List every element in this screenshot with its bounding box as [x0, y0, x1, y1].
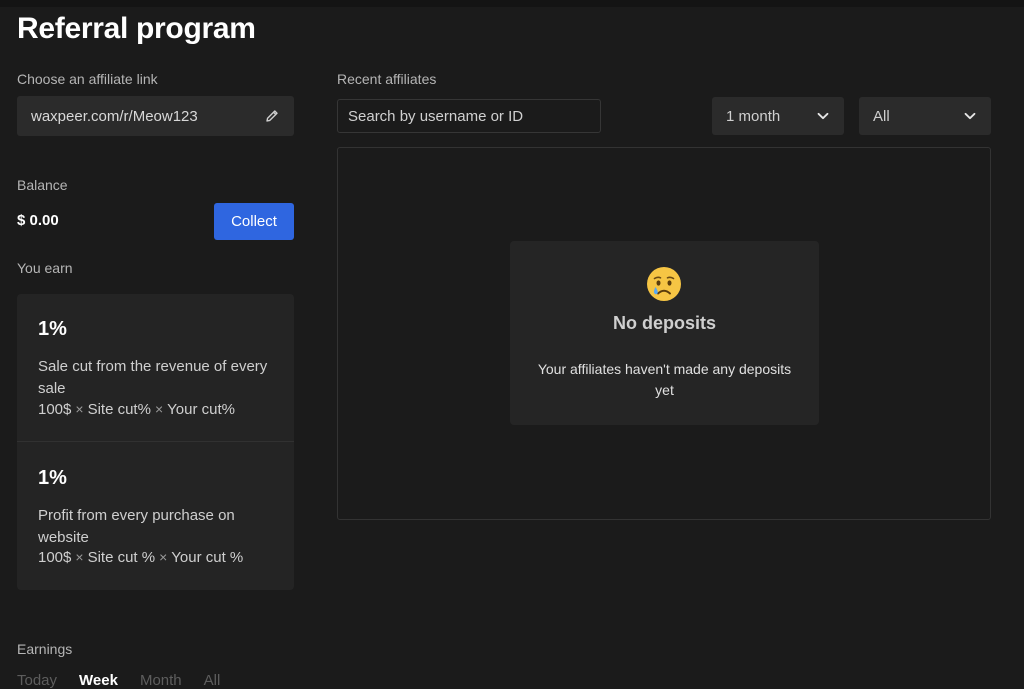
times-icon: ×	[154, 401, 164, 417]
top-bar	[0, 0, 1024, 7]
earn-card: 1% Sale cut from the revenue of every sa…	[17, 294, 294, 590]
earn-formula: 100$ × Site cut% × Your cut%	[38, 401, 235, 418]
chevron-down-icon	[964, 112, 976, 120]
earn-formula: 100$ × Site cut % × Your cut %	[38, 549, 243, 566]
affiliate-link-value: waxpeer.com/r/Meow123	[31, 107, 198, 125]
empty-state-title: No deposits	[612, 313, 716, 333]
tab-all[interactable]: All	[204, 672, 221, 689]
collect-button[interactable]: Collect	[214, 203, 294, 240]
earn-percent: 1%	[38, 467, 67, 489]
affiliate-search-input[interactable]	[337, 99, 601, 133]
status-filter-select[interactable]: All	[859, 97, 991, 135]
tab-today[interactable]: Today	[17, 672, 57, 689]
earnings-tabs: Today Week Month All	[17, 672, 220, 689]
earn-item-sale-cut: 1% Sale cut from the revenue of every sa…	[17, 294, 294, 442]
formula-term: 100$	[38, 549, 72, 566]
times-icon: ×	[75, 549, 84, 565]
formula-term: 100$	[38, 401, 72, 418]
tab-month[interactable]: Month	[140, 672, 182, 689]
formula-term: Site cut%	[87, 401, 151, 418]
sad-tear-emoji-icon	[647, 267, 681, 301]
empty-state-text: Your affiliates haven't made any deposit…	[537, 361, 792, 398]
earn-item-purchase-profit: 1% Profit from every purchase on website…	[17, 443, 294, 590]
earn-description: Sale cut from the revenue of every sale	[38, 358, 268, 397]
you-earn-label: You earn	[17, 260, 73, 276]
chevron-down-icon	[817, 112, 829, 120]
formula-term: Your cut%	[167, 401, 235, 418]
affiliate-link-label: Choose an affiliate link	[17, 71, 158, 87]
status-filter-value: All	[873, 107, 890, 125]
recent-affiliates-label: Recent affiliates	[337, 71, 437, 87]
balance-value: $ 0.00	[17, 212, 59, 229]
earn-description: Profit from every purchase on website	[38, 507, 235, 546]
period-select[interactable]: 1 month	[712, 97, 844, 135]
affiliates-panel: No deposits Your affiliates haven't made…	[337, 147, 991, 520]
tab-week[interactable]: Week	[79, 672, 118, 689]
period-select-value: 1 month	[726, 107, 781, 125]
times-icon: ×	[159, 549, 168, 565]
empty-state: No deposits Your affiliates haven't made…	[510, 241, 819, 425]
formula-term: Site cut %	[87, 549, 156, 566]
earn-percent: 1%	[38, 318, 67, 340]
affiliate-link-field[interactable]: waxpeer.com/r/Meow123	[17, 96, 294, 136]
pencil-icon[interactable]	[264, 108, 280, 124]
formula-term: Your cut %	[171, 549, 244, 566]
page-title: Referral program	[17, 12, 256, 45]
balance-label: Balance	[17, 177, 68, 193]
times-icon: ×	[75, 401, 84, 417]
earnings-label: Earnings	[17, 641, 73, 657]
